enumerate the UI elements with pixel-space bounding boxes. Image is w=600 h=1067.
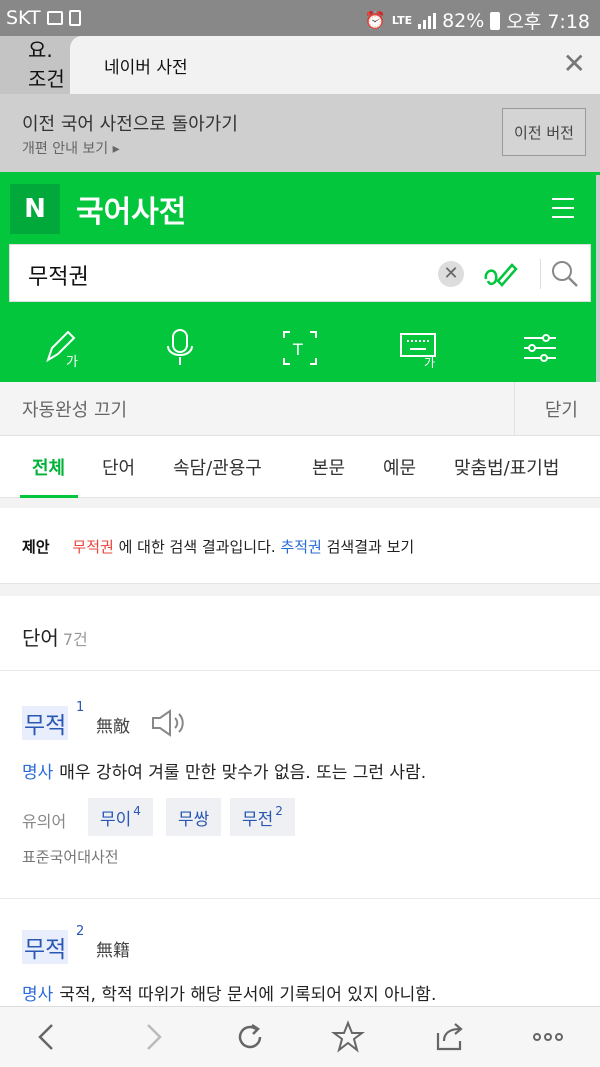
divider xyxy=(0,670,600,671)
synonym-sup: 2 xyxy=(275,804,283,818)
entry-homonym-number: 1 xyxy=(76,700,85,715)
input-tools: 가 T 가 xyxy=(0,314,600,382)
section-title-text: 단어 xyxy=(22,626,59,650)
status-bar: SKT ⏰ LTE 82% 오후 7:18 xyxy=(0,0,600,36)
tab-spelling[interactable]: 맞춤법/표기법 xyxy=(454,454,559,480)
naver-logo[interactable]: N xyxy=(10,184,60,234)
synonym-label: 유의어 xyxy=(22,812,67,831)
synonym-sup: 4 xyxy=(133,804,141,818)
divider xyxy=(0,898,600,899)
svg-text:가: 가 xyxy=(424,356,435,368)
autocomplete-bar: 자동완성 끄기 닫기 xyxy=(0,382,600,436)
definition-text: 국적, 학적 따위가 해당 문서에 기록되어 있지 아니함. xyxy=(59,985,437,1005)
tab-proverbs[interactable]: 속담/관용구 xyxy=(173,454,262,480)
handwriting-input-icon[interactable] xyxy=(482,257,518,291)
banner-message[interactable]: 이전 국어 사전으로 돌아가기 xyxy=(22,110,238,136)
alternative-term-link[interactable]: 추적권 xyxy=(280,538,321,556)
search-input[interactable]: 무적권 ✕ xyxy=(9,244,591,302)
synonym-text: 무이 xyxy=(100,809,132,830)
definition-text: 매우 강하여 겨룰 만한 맞수가 없음. 또는 그런 사람. xyxy=(59,763,427,783)
back-icon[interactable] xyxy=(30,1019,66,1055)
bookmark-star-icon[interactable] xyxy=(330,1019,366,1055)
more-options-icon[interactable] xyxy=(530,1019,566,1055)
entry-source[interactable]: 표준국어대사전 xyxy=(22,846,119,867)
clock: 오후 7:18 xyxy=(506,11,590,33)
menu-icon[interactable] xyxy=(552,198,574,218)
entry-word[interactable]: 무적 xyxy=(22,930,69,964)
forward-icon[interactable] xyxy=(134,1019,170,1055)
category-tabs: 전체 단어 속담/관용구 본문 예문 맞춤법/표기법 xyxy=(0,436,600,498)
autocomplete-divider xyxy=(514,382,515,436)
battery-icon xyxy=(490,11,501,30)
synonym-chip[interactable]: 무이 4 xyxy=(88,798,153,836)
settings-sliders-icon[interactable] xyxy=(518,328,562,368)
battery-percent: 82% xyxy=(442,9,485,32)
suggestion-text: 에 대한 검색 결과입니다. xyxy=(118,538,276,556)
current-tab[interactable]: 네이버 사전 ✕ xyxy=(70,36,600,94)
tab-examples[interactable]: 예문 xyxy=(383,454,416,480)
part-of-speech: 명사 xyxy=(22,763,54,783)
section-gap-2 xyxy=(0,584,600,596)
synonym-text: 무쌍 xyxy=(178,809,210,830)
svg-text:가: 가 xyxy=(66,355,78,368)
tab-words[interactable]: 단어 xyxy=(102,454,135,480)
search-suggestion: 제안 무적권 에 대한 검색 결과입니다. 추적권 검색결과 보기 xyxy=(0,508,600,584)
search-query: 무적권 xyxy=(28,265,89,290)
searched-term: 무적권 xyxy=(72,538,114,556)
close-tab-icon[interactable]: ✕ xyxy=(563,50,586,78)
banner-info-link[interactable]: 개편 안내 보기 ▸ xyxy=(22,138,120,158)
microphone-icon[interactable] xyxy=(158,328,202,368)
entry-definition: 명사 매우 강하여 겨룰 만한 맞수가 없음. 또는 그런 사람. xyxy=(22,758,426,783)
search-area: 무적권 ✕ xyxy=(0,244,600,314)
section-gap xyxy=(0,498,600,508)
tab-strip: 요. 조건 네이버 사전 ✕ xyxy=(0,36,600,94)
synonym-chip[interactable]: 무쌍 xyxy=(166,798,222,836)
refresh-icon[interactable] xyxy=(232,1019,268,1055)
autocomplete-off-button[interactable]: 자동완성 끄기 xyxy=(22,396,127,422)
browser-toolbar xyxy=(0,1006,600,1067)
entry-hanja: 無敵 xyxy=(96,717,130,737)
tab-body[interactable]: 본문 xyxy=(312,454,345,480)
keyboard-icon[interactable]: 가 xyxy=(398,328,442,368)
image-notification-icon xyxy=(46,11,63,25)
page-title[interactable]: 국어사전 xyxy=(76,187,186,231)
synonym-chip[interactable]: 무전 2 xyxy=(230,798,295,836)
tab-all[interactable]: 전체 xyxy=(32,454,65,480)
result-count: 7건 xyxy=(62,630,88,649)
word-results: 단어 7건 무적 1 無敵 명사 매우 강하여 겨룰 만한 맞수가 없음. 또는 그… xyxy=(0,596,600,1006)
previous-tab[interactable]: 요. 조건 xyxy=(0,36,80,94)
section-title: 단어 7건 xyxy=(22,622,88,651)
dictionary-header: N 국어사전 xyxy=(0,172,600,244)
search-icon[interactable] xyxy=(550,259,580,289)
autocomplete-close-button[interactable]: 닫기 xyxy=(545,396,578,422)
speaker-icon[interactable] xyxy=(150,708,186,738)
entry-definition: 명사 국적, 학적 따위가 해당 문서에 기록되어 있지 아니함. xyxy=(22,980,436,1005)
suggestion-tail[interactable]: 검색결과 보기 xyxy=(327,538,415,556)
old-version-banner: 이전 국어 사전으로 돌아가기 개편 안내 보기 ▸ 이전 버전 xyxy=(0,94,600,172)
signal-icon xyxy=(418,12,437,29)
entry-hanja: 無籍 xyxy=(96,941,130,961)
carrier-label: SKT xyxy=(6,7,41,29)
svg-text:T: T xyxy=(292,340,303,359)
share-icon[interactable] xyxy=(432,1019,468,1055)
search-divider xyxy=(540,259,541,289)
network-label: LTE xyxy=(391,14,413,27)
clear-icon[interactable]: ✕ xyxy=(438,261,464,287)
previous-version-button[interactable]: 이전 버전 xyxy=(502,108,586,156)
tab-title: 네이버 사전 xyxy=(104,58,188,78)
handwriting-tool-icon[interactable]: 가 xyxy=(42,328,86,368)
alarm-icon: ⏰ xyxy=(364,10,386,31)
part-of-speech: 명사 xyxy=(22,985,54,1005)
scrollbar[interactable] xyxy=(596,175,600,395)
synonym-text: 무전 xyxy=(242,809,274,830)
text-recognition-icon[interactable]: T xyxy=(278,328,322,368)
suggestion-tag: 제안 xyxy=(22,538,50,556)
entry-homonym-number: 2 xyxy=(76,924,85,939)
file-notification-icon xyxy=(68,10,81,26)
entry-word[interactable]: 무적 xyxy=(22,706,69,740)
